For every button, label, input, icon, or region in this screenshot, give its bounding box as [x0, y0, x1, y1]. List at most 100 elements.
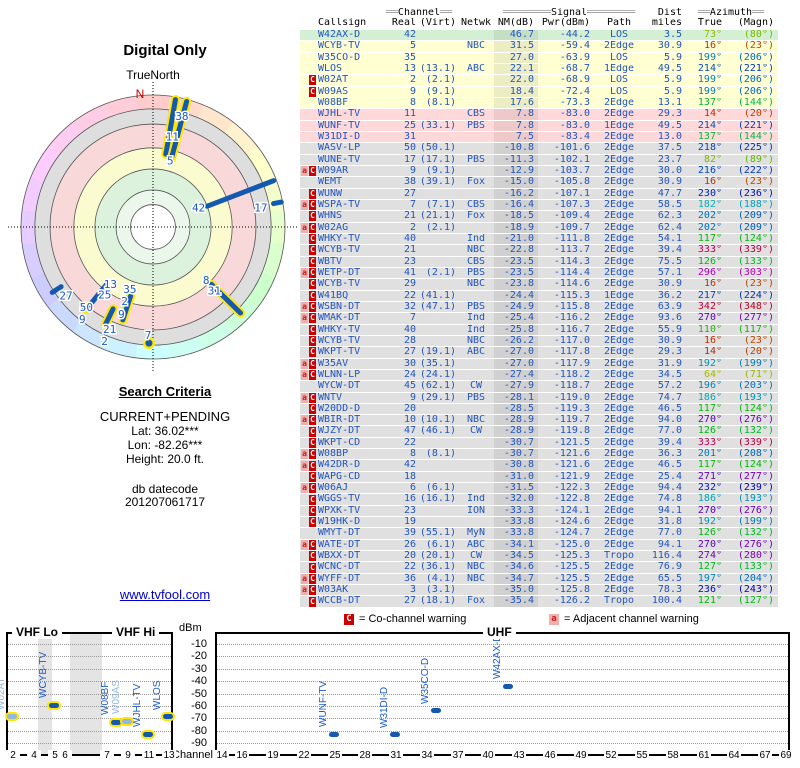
signal-table-rows: W42AX-D 42 46.7 -44.2 LOS 3.5 73° (80°) WCYB-TV 5…: [300, 30, 778, 608]
azimuth-true-cell: 199°: [697, 86, 722, 97]
cochannel-warning-icon: C: [309, 211, 316, 222]
warning-marks: aC: [300, 166, 316, 177]
warning-marks: [300, 381, 316, 391]
callsign-cell: WCCB-DT: [318, 596, 361, 607]
warning-marks: [300, 30, 316, 40]
noise-margin-cell: -33.8: [494, 528, 538, 539]
signal-marker-callsign: W42AX-D: [492, 634, 503, 680]
noise-margin-cell: -22.8: [494, 245, 538, 256]
warning-marks: aC: [300, 268, 316, 279]
path-cell: 1Edge: [603, 63, 635, 74]
adjacent-warning-icon: a: [301, 573, 308, 584]
signal-marker-callsign: W09AS: [111, 680, 122, 715]
power-cell: -115.8: [553, 301, 590, 312]
distance-cell: 57.1: [657, 267, 682, 278]
noise-margin-cell: -25.4: [494, 313, 538, 324]
power-cell: -118.7: [553, 381, 590, 392]
warning-marks: aC: [300, 539, 316, 550]
warning-marks: aC: [300, 302, 316, 313]
radar-channel-label: 2: [101, 335, 108, 348]
table-row: a C WNTV 9 (29.1) PBS -28.1 -119.0 2Edge 74.7 186°…: [300, 392, 778, 404]
channel-tick-label: 16: [235, 750, 249, 761]
power-cell: -124.6: [553, 517, 590, 528]
warning-marks: C: [300, 505, 316, 516]
tvfool-report: Digital Only TrueNorth N 38 11 5 42 17 8 31 7 35 2…: [0, 0, 800, 768]
noise-margin-cell: -34.1: [494, 539, 538, 551]
real-channel-cell: 42: [403, 460, 416, 471]
warning-marks: C: [300, 290, 316, 301]
virtual-channel-cell: [418, 234, 458, 244]
power-cell: -121.9: [553, 471, 590, 482]
adjacent-warning-icon: a: [301, 166, 308, 177]
distance-cell: 46.5: [657, 460, 682, 471]
warning-marks: aC: [300, 200, 316, 211]
azimuth-true-cell: 127°: [697, 562, 722, 573]
azimuth-true-cell: 270°: [697, 539, 722, 550]
distance-cell: 93.6: [657, 313, 682, 324]
dbm-tick-label: -50: [191, 687, 207, 700]
table-row: W35CO-D 35 27.0 -63.9 LOS 5.9 199° (206°): [300, 52, 778, 64]
azimuth-true-cell: 236°: [697, 585, 722, 596]
real-channel-cell: 24: [403, 369, 416, 380]
noise-margin-cell: -23.5: [494, 267, 538, 279]
network-cell: [458, 166, 494, 176]
azimuth-true-cell: 64°: [703, 369, 722, 380]
path-cell: 2Edge: [603, 143, 635, 154]
warning-marks: C: [300, 279, 316, 290]
signal-marker-callsign: WJHL-TV: [132, 683, 143, 728]
azimuth-true-cell: 201°: [697, 449, 722, 460]
dbm-tick-label: -30: [191, 662, 207, 675]
callsign-cell: WGGS-TV: [318, 494, 361, 505]
channel-tick-label: 25: [328, 750, 342, 761]
callsign-cell: WJZY-DT: [318, 426, 361, 437]
dbm-gridline: [217, 693, 788, 695]
power-cell: -125.5: [553, 573, 590, 584]
callsign-cell: W41BQ: [318, 290, 349, 301]
table-row: C W09AS 9 (9.1) 18.4 -72.4 LOS 5.9 199° (206°): [300, 86, 778, 98]
network-cell: PBS: [466, 392, 486, 403]
real-channel-cell: 22: [403, 437, 416, 448]
power-cell: -121.5: [553, 437, 590, 448]
dbm-gridline: [217, 743, 788, 744]
power-cell: -113.7: [553, 245, 590, 256]
warning-marks: C: [300, 517, 316, 528]
azimuth-true-cell: 16°: [703, 279, 722, 290]
virtual-channel-cell: [418, 189, 458, 199]
distance-cell: 58.5: [657, 199, 682, 210]
network-cell: ION: [466, 505, 486, 516]
real-channel-cell: 42: [403, 30, 416, 40]
table-row: WJHL-TV 11 CBS 7.8 -83.0 2Edge 29.3 14° (20°): [300, 109, 778, 121]
network-cell: Fox: [466, 211, 486, 222]
path-cell: 2Edge: [603, 165, 635, 176]
distance-cell: 29.3: [657, 347, 682, 358]
callsign-cell: W35AV: [318, 358, 349, 369]
power-cell: -125.8: [553, 585, 590, 596]
channel-tick-label: 69: [779, 750, 793, 761]
warning-marks: C: [300, 426, 316, 437]
azimuth-true-cell: 126°: [697, 426, 722, 437]
warning-marks: [300, 132, 316, 142]
cochannel-warning-icon: C: [309, 539, 316, 550]
noise-margin-cell: -24.4: [494, 290, 538, 301]
noise-margin-cell: -27.0: [494, 347, 538, 358]
table-row: WLOS 13 (13.1) ABC 22.1 -68.7 1Edge 49.5 214° (22…: [300, 63, 778, 76]
adjacent-warning-icon: a: [301, 313, 308, 324]
network-cell: NBC: [466, 562, 486, 573]
callsign-cell: WYCW-DT: [318, 381, 361, 392]
dbm-tick-label: -80: [191, 724, 207, 737]
warning-marks: aC: [300, 460, 316, 471]
cochannel-warning-icon: C: [309, 86, 316, 97]
tvfool-link[interactable]: www.tvfool.com: [120, 587, 210, 602]
table-row: W31DI-D 31 7.5 -83.4 2Edge 13.0 137° (144°): [300, 131, 778, 144]
callsign-cell: W35CO-D: [318, 52, 361, 63]
channel-tick-label: 37: [451, 750, 465, 761]
virtual-channel-cell: (62.1): [419, 381, 456, 392]
azimuth-magn-cell: (280°): [737, 551, 774, 562]
callsign-cell: WMAK-DT: [318, 313, 361, 324]
path-cell: 2Edge: [603, 301, 635, 312]
distance-cell: 3.5: [663, 30, 682, 40]
table-row: C WJZY-DT 47 (46.1) CW -28.9 -119.8 2Edge 77.0 12…: [300, 426, 778, 438]
distance-cell: 100.4: [651, 596, 682, 607]
real-channel-cell: 27: [403, 188, 416, 199]
real-channel-cell: 13: [403, 63, 416, 74]
